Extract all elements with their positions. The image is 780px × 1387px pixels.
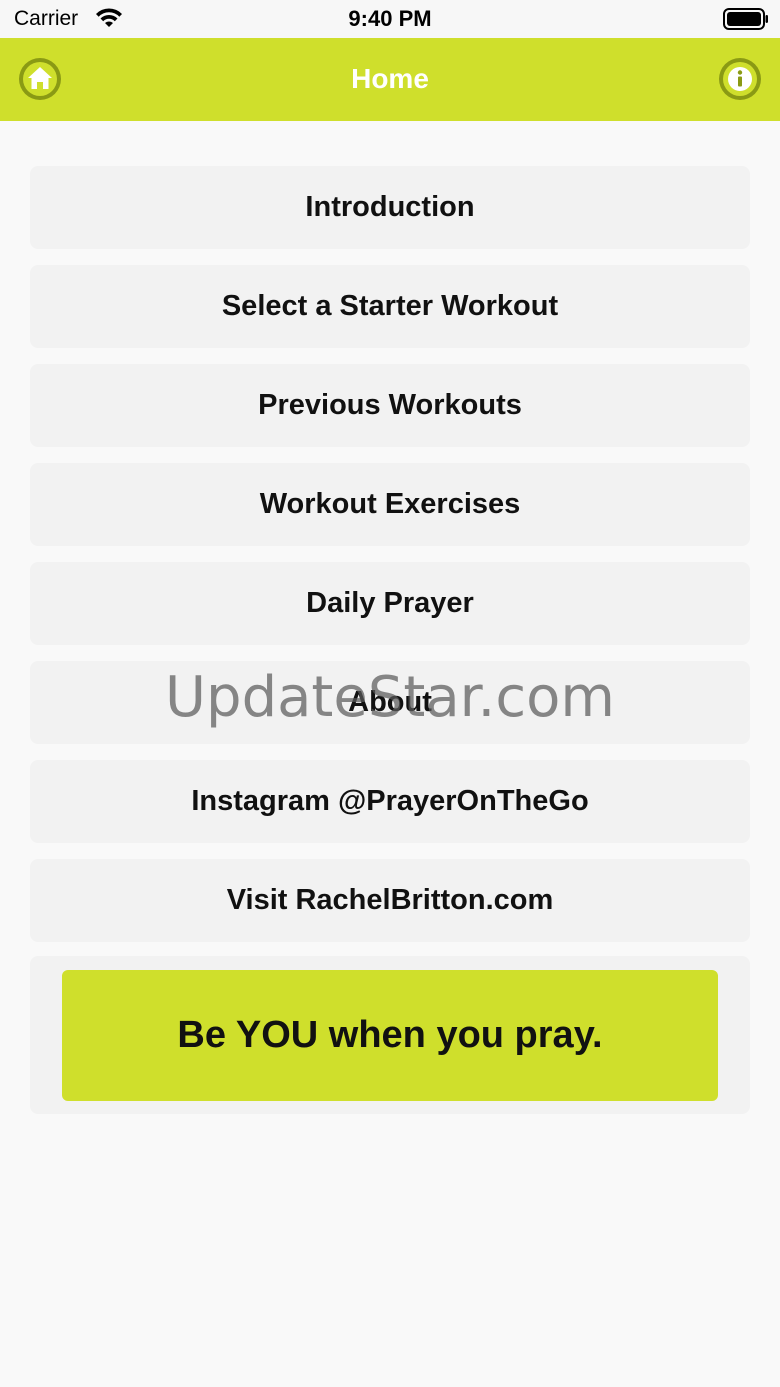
- menu-item-button[interactable]: Previous Workouts: [30, 364, 750, 447]
- status-time: 9:40 PM: [348, 6, 432, 31]
- status-bar: Carrier 9:40 PM: [0, 0, 780, 38]
- menu-item-button[interactable]: About: [30, 661, 750, 744]
- menu-item-button[interactable]: Instagram @PrayerOnTheGo: [30, 760, 750, 843]
- menu-item-button[interactable]: Select a Starter Workout: [30, 265, 750, 348]
- menu-item-button[interactable]: Introduction: [30, 166, 750, 249]
- menu-item-button[interactable]: Workout Exercises: [30, 463, 750, 546]
- battery-icon: [723, 8, 768, 30]
- tagline-card: Be YOU when you pray.: [30, 956, 750, 1114]
- main-menu: Introduction Select a Starter Workout Prev…: [30, 166, 750, 958]
- menu-item-button[interactable]: Visit RachelBritton.com: [30, 859, 750, 942]
- navigation-bar: Home: [0, 38, 780, 121]
- menu-item-button[interactable]: Daily Prayer: [30, 562, 750, 645]
- info-icon: [719, 58, 761, 100]
- info-button[interactable]: [718, 57, 762, 101]
- page-title: Home: [351, 63, 429, 94]
- tagline-banner[interactable]: Be YOU when you pray.: [62, 970, 718, 1101]
